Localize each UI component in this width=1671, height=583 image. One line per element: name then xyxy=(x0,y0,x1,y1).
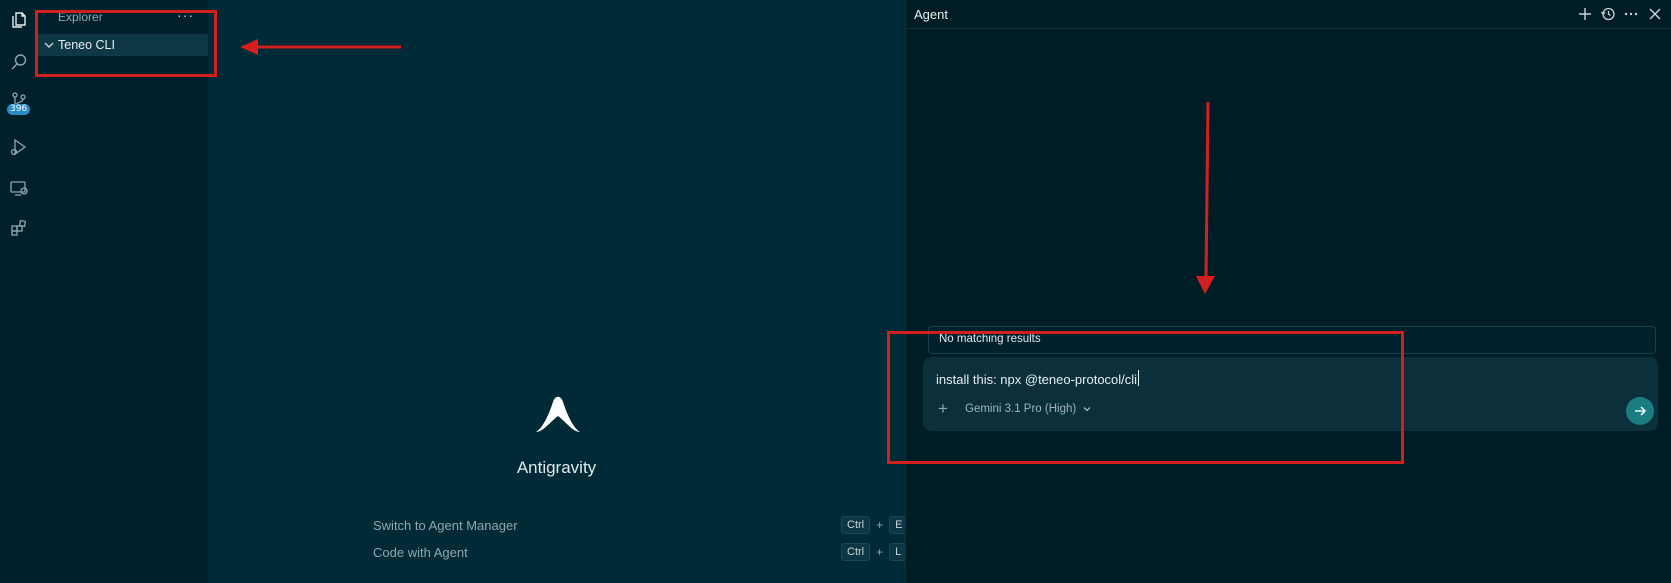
remote-explorer-icon[interactable] xyxy=(7,176,31,200)
key-ctrl: Ctrl xyxy=(841,543,871,561)
extensions-icon[interactable] xyxy=(7,216,31,240)
shortcut-keys: Ctrl + E xyxy=(841,516,909,534)
search-icon[interactable] xyxy=(7,50,31,74)
arrow-right-icon xyxy=(1635,406,1647,416)
agent-header: Agent xyxy=(906,0,1671,29)
shortcut-agent-manager[interactable]: Switch to Agent Manager Ctrl + E xyxy=(373,516,909,536)
close-icon[interactable] xyxy=(1646,5,1664,23)
key-ctrl: Ctrl xyxy=(841,516,871,534)
history-icon[interactable] xyxy=(1599,5,1617,23)
shortcut-keys: Ctrl + L xyxy=(841,543,908,561)
annotation-box-composer xyxy=(887,331,1404,464)
shortcut-code-with-agent[interactable]: Code with Agent Ctrl + L xyxy=(373,543,908,563)
editor-area: Antigravity Switch to Agent Manager Ctrl… xyxy=(208,0,909,583)
key-plus: + xyxy=(876,545,884,559)
antigravity-logo-icon xyxy=(536,396,580,432)
annotation-box-explorer xyxy=(35,10,217,77)
new-chat-plus-icon[interactable] xyxy=(1576,5,1594,23)
app-name: Antigravity xyxy=(516,458,597,477)
agent-panel: Agent No matching results + Gemini 3.1 P… xyxy=(905,0,1671,583)
agent-title: Agent xyxy=(914,7,948,22)
activity-bar: 396 xyxy=(0,0,39,583)
send-button[interactable] xyxy=(1626,397,1654,425)
key-plus: + xyxy=(876,518,884,532)
shortcut-label: Code with Agent xyxy=(373,545,468,560)
explorer-icon[interactable] xyxy=(7,8,31,32)
explorer-sidebar: Explorer ··· Teneo CLI xyxy=(38,0,208,583)
annotation-arrow-left xyxy=(240,39,401,55)
annotation-arrow-down xyxy=(1196,101,1215,294)
run-debug-icon[interactable] xyxy=(7,135,31,159)
more-options-icon[interactable] xyxy=(1622,5,1640,23)
source-control-badge: 396 xyxy=(7,104,31,115)
shortcut-label: Switch to Agent Manager xyxy=(373,518,518,533)
